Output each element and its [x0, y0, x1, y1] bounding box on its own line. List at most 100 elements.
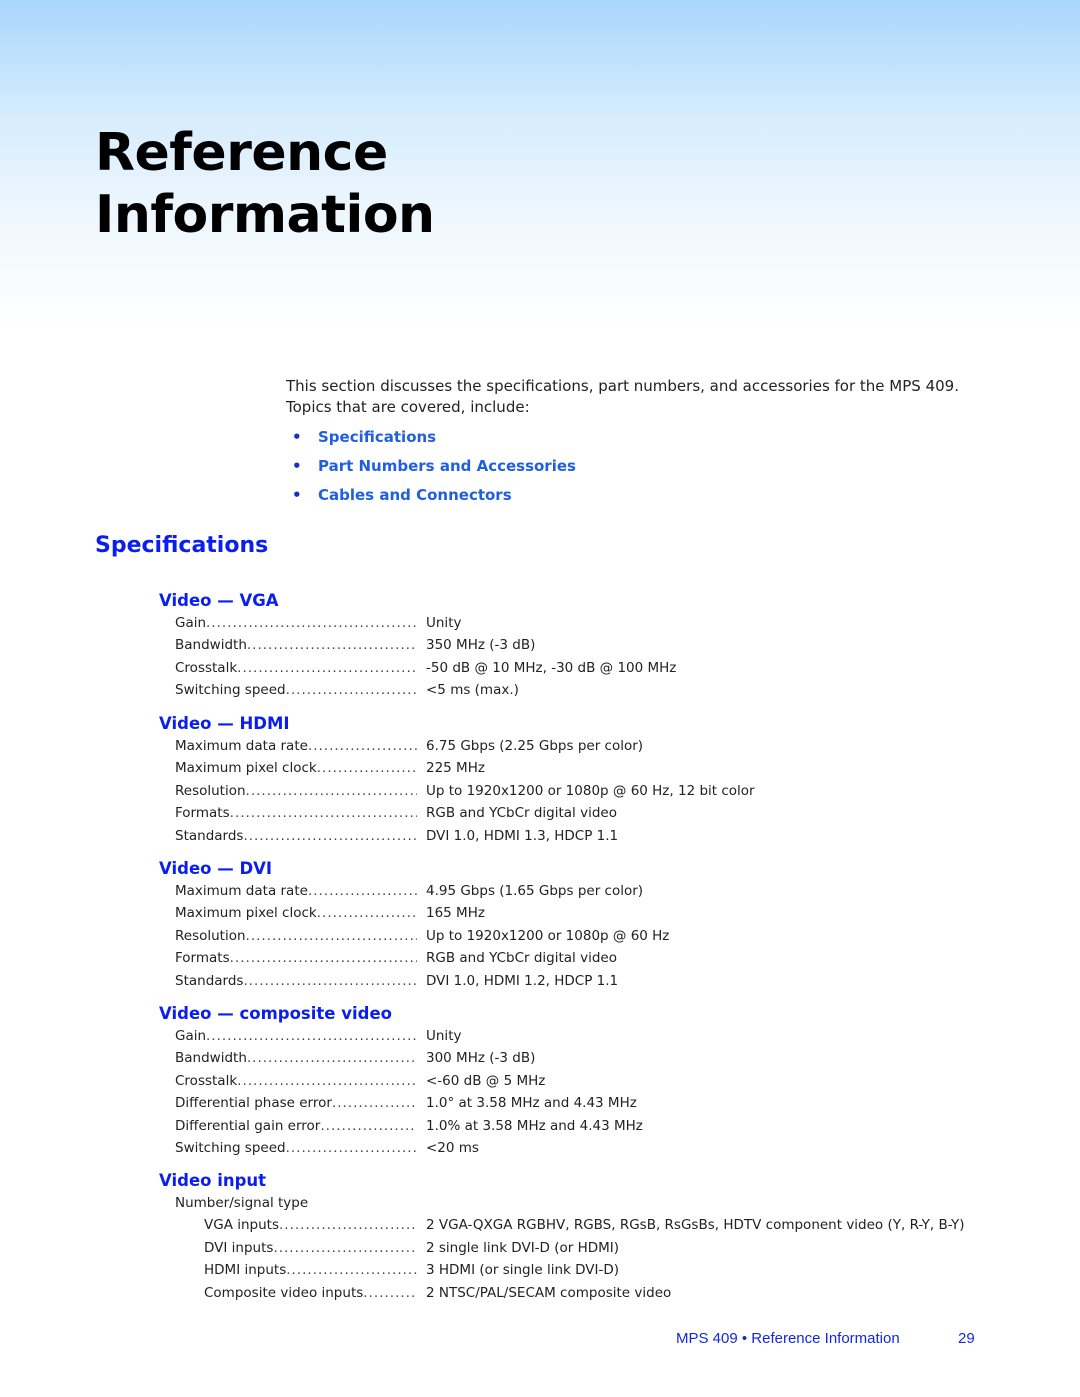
spec-row: Switching speed <20 ms: [159, 1137, 643, 1159]
dot-leader: [247, 634, 417, 656]
spec-value: Unity: [426, 1028, 462, 1044]
spec-label: Formats: [175, 805, 230, 822]
spec-label: Differential phase error: [175, 1095, 332, 1112]
spec-row: Differential gain error 1.0% at 3.58 MHz…: [159, 1115, 643, 1137]
spec-row: Formats RGB and YCbCr digital video: [159, 947, 669, 969]
spec-label: Crosstalk: [175, 1072, 238, 1089]
spec-row: Maximum data rate 6.75 Gbps (2.25 Gbps pe…: [159, 735, 755, 757]
spec-value: 1.0% at 3.58 MHz and 4.43 MHz: [426, 1117, 643, 1134]
spec-label: Switching speed: [175, 682, 286, 699]
dot-leader: [206, 612, 417, 634]
spec-block-title: Video input: [159, 1171, 267, 1190]
spec-value: 4.95 Gbps (1.65 Gbps per color): [426, 883, 644, 899]
spec-row: Maximum pixel clock 225 MHz: [159, 757, 755, 779]
spec-label: Differential gain error: [175, 1117, 321, 1134]
topics-list: • Specifications • Part Numbers and Acce…: [292, 426, 576, 513]
spec-value: 225 MHz: [426, 760, 485, 777]
dot-leader: [206, 1025, 417, 1047]
dot-leader: [286, 1137, 417, 1159]
spec-label: Switching speed: [175, 1139, 286, 1156]
spec-value: DVI 1.0, HDMI 1.3, HDCP 1.1: [426, 827, 619, 844]
dot-leader: [243, 970, 417, 992]
dot-leader: [308, 880, 417, 902]
dot-leader: [317, 902, 417, 924]
spec-row: Maximum data rate 4.95 Gbps (1.65 Gbps pe…: [159, 880, 669, 902]
spec-block-hdmi: Video — HDMI Maximum data rate 6.75 Gbps …: [159, 713, 755, 847]
topic-item: • Specifications: [292, 426, 576, 455]
dot-leader: [246, 780, 417, 802]
spec-value: 2 NTSC/PAL/SECAM composite video: [426, 1284, 672, 1301]
spec-label: DVI inputs: [204, 1239, 274, 1256]
spec-row: Gain Unity: [159, 612, 676, 634]
topic-link-cables[interactable]: Cables and Connectors: [318, 484, 512, 513]
spec-label: Standards: [175, 972, 244, 989]
topic-item: • Part Numbers and Accessories: [292, 455, 576, 484]
spec-row: Standards DVI 1.0, HDMI 1.2, HDCP 1.1: [159, 970, 669, 992]
spec-value: <-60 dB @ 5 MHz: [426, 1072, 546, 1089]
dot-leader: [246, 925, 417, 947]
spec-label: Crosstalk: [175, 659, 238, 676]
page-title-line-1: Reference: [95, 123, 388, 183]
spec-row: Resolution Up to 1920x1200 or 1080p @ 60 …: [159, 925, 669, 947]
dot-leader: [286, 1259, 417, 1281]
dot-leader: [247, 1047, 417, 1069]
dot-leader: [308, 735, 417, 757]
spec-row: Crosstalk -50 dB @ 10 MHz, -30 dB @ 100 …: [159, 657, 676, 679]
spec-value: Unity: [426, 615, 462, 631]
spec-row: Maximum pixel clock 165 MHz: [159, 902, 669, 924]
spec-label: Maximum pixel clock: [175, 760, 317, 777]
intro-line-1: This section discusses the specification…: [286, 377, 959, 395]
spec-value: 3 HDMI (or single link DVI-D): [426, 1262, 620, 1279]
spec-value: <5 ms (max.): [426, 682, 519, 699]
spec-row: DVI inputs 2 single link DVI-D (or HDMI): [159, 1237, 965, 1259]
intro-line-2: Topics that are covered, include:: [286, 398, 530, 416]
dot-leader: [273, 1237, 417, 1259]
dot-leader: [286, 679, 417, 701]
dot-leader: [237, 657, 417, 679]
spec-block-title: Video — VGA: [159, 591, 279, 610]
spec-label: HDMI inputs: [204, 1262, 287, 1279]
page-number: 29: [958, 1330, 975, 1347]
spec-row: Differential phase error 1.0° at 3.58 MHz…: [159, 1092, 643, 1114]
section-title-specifications: Specifications: [95, 533, 269, 558]
spec-block-title: Video — HDMI: [159, 714, 290, 733]
topic-link-specifications[interactable]: Specifications: [318, 426, 436, 455]
spec-value: RGB and YCbCr digital video: [426, 950, 617, 967]
dot-leader: [237, 1070, 417, 1092]
spec-value: 2 VGA-QXGA RGBHV, RGBS, RGsB, RsGsBs, HD…: [426, 1217, 965, 1234]
spec-value: 6.75 Gbps (2.25 Gbps per color): [426, 738, 644, 754]
bullet-icon: •: [292, 428, 302, 446]
dot-leader: [320, 1115, 417, 1137]
bullet-icon: •: [292, 486, 302, 504]
spec-value: Up to 1920x1200 or 1080p @ 60 Hz: [426, 927, 670, 944]
spec-value: DVI 1.0, HDMI 1.2, HDCP 1.1: [426, 972, 619, 989]
spec-label: Maximum data rate: [175, 738, 308, 754]
spec-value: -50 dB @ 10 MHz, -30 dB @ 100 MHz: [426, 659, 677, 676]
spec-value: <20 ms: [426, 1139, 479, 1156]
spec-block-title: Video — composite video: [159, 1004, 392, 1023]
spec-label: Composite video inputs: [204, 1284, 364, 1301]
spec-block-composite: Video — composite video Gain Unity Bandwi…: [159, 1003, 643, 1159]
spec-label: Maximum pixel clock: [175, 905, 317, 922]
spec-label: Maximum data rate: [175, 883, 308, 899]
dot-leader: [243, 825, 417, 847]
spec-row: Crosstalk <-60 dB @ 5 MHz: [159, 1070, 643, 1092]
spec-row: Switching speed <5 ms (max.): [159, 679, 676, 701]
topic-link-part-numbers[interactable]: Part Numbers and Accessories: [318, 455, 576, 484]
page-footer: MPS 409 • Reference Information 29: [0, 1330, 1080, 1350]
spec-value: 2 single link DVI-D (or HDMI): [426, 1239, 620, 1256]
spec-row: Composite video inputs 2 NTSC/PAL/SECAM …: [159, 1282, 965, 1304]
spec-label: Resolution: [175, 782, 246, 799]
spec-value: 350 MHz (-3 dB): [426, 637, 536, 654]
spec-row: VGA inputs 2 VGA-QXGA RGBHV, RGBS, RGsB, …: [159, 1214, 965, 1236]
dot-leader: [230, 947, 417, 969]
spec-block-vga: Video — VGA Gain Unity Bandwidth 350 MHz …: [159, 590, 676, 702]
dot-leader: [279, 1214, 417, 1236]
intro-paragraph: This section discusses the specification…: [286, 376, 986, 418]
spec-value: Up to 1920x1200 or 1080p @ 60 Hz, 12 bit…: [426, 782, 755, 799]
topic-item: • Cables and Connectors: [292, 484, 576, 513]
spec-label: Gain: [175, 1028, 207, 1044]
running-footer: MPS 409 • Reference Information: [676, 1330, 900, 1347]
spec-row: Resolution Up to 1920x1200 or 1080p @ 60 …: [159, 780, 755, 802]
spec-block-title: Video — DVI: [159, 859, 273, 878]
